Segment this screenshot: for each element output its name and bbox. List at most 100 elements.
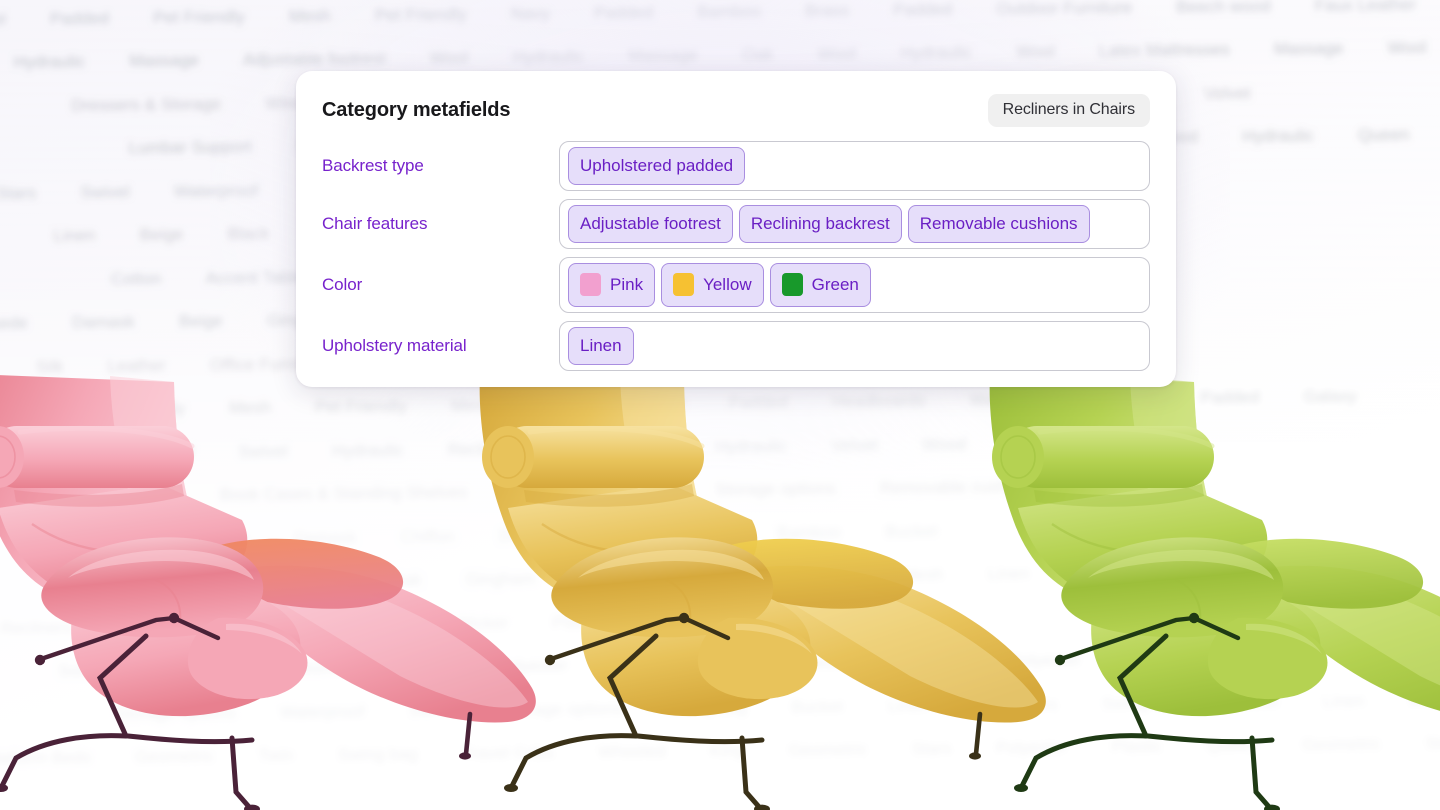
- value-chip[interactable]: Reclining backrest: [738, 205, 902, 243]
- value-chip-label: Reclining backrest: [750, 214, 890, 233]
- background-tag: Linen: [887, 695, 930, 716]
- background-tag: Hydraulic: [715, 436, 788, 457]
- background-tag: Geometric: [788, 739, 868, 760]
- value-chip[interactable]: Linen: [568, 327, 634, 365]
- metafield-list: Backrest type Upholstered padded Chair fea…: [322, 141, 1150, 371]
- value-chip[interactable]: Pink: [568, 263, 656, 307]
- background-tag: Leather: [107, 355, 167, 376]
- background-tag: Linen: [987, 564, 1030, 584]
- metafield-label-backrest-type: Backrest type: [322, 156, 424, 175]
- background-tag: Waterproof: [173, 180, 259, 201]
- background-tag: Massage: [628, 45, 699, 66]
- background-tag: Bucket: [884, 521, 938, 542]
- background-tag: Pet Friendly: [153, 6, 246, 27]
- background-tag: Storage options: [502, 698, 623, 720]
- background-tag: Adjustable footrest: [242, 48, 386, 70]
- background-tag: Wood: [640, 393, 685, 414]
- background-tag: Stars: [911, 739, 952, 759]
- background-tag: Stars: [411, 657, 453, 677]
- background-tag: Denim: [634, 611, 685, 631]
- background-tag: Polyester: [995, 737, 1068, 758]
- background-tag: Waterproof: [279, 701, 365, 722]
- value-chip[interactable]: Removable cushions: [907, 205, 1090, 243]
- background-tag: Silk: [35, 356, 64, 377]
- background-tag: Linen: [1322, 691, 1365, 711]
- background-tag: Pet Friendly: [315, 396, 408, 417]
- background-tag: Padded: [728, 392, 789, 413]
- background-tag: Queen: [706, 654, 759, 674]
- background-tag: Sofa Beds: [75, 529, 156, 550]
- background-tag: Mesh: [229, 398, 272, 418]
- background-tag: Memory foam: [0, 443, 66, 464]
- background-tag: Outdoor Furniture: [996, 0, 1133, 19]
- background-tag: Wicker: [455, 613, 509, 633]
- background-tag: Velvet: [830, 435, 878, 455]
- color-swatch-icon: [781, 273, 803, 296]
- background-tag: Denim: [498, 525, 549, 546]
- background-tag: Brass: [805, 0, 850, 21]
- background-tag: Stars: [925, 651, 966, 672]
- background-tag: Wool: [632, 437, 672, 457]
- background-tag: Swivel: [238, 441, 289, 462]
- background-tag: Lumbar Support: [128, 137, 252, 158]
- background-tag: Stars: [1425, 733, 1440, 754]
- value-chip[interactable]: Adjustable footrest: [568, 205, 733, 243]
- value-chip[interactable]: Yellow: [661, 263, 764, 307]
- background-tag: Galaxy: [1303, 386, 1358, 407]
- background-tag: Stars: [0, 183, 37, 203]
- background-tag: Stripe: [579, 568, 625, 588]
- page-title: Category metafields: [322, 98, 511, 121]
- background-tag: Pet Friendly: [93, 399, 186, 420]
- value-chip[interactable]: Green: [769, 263, 871, 307]
- background-tag: Massage: [1273, 38, 1344, 59]
- background-tag: Cotton: [110, 268, 162, 289]
- metafield-input-backrest-type[interactable]: Upholstered padded: [559, 141, 1150, 191]
- background-tag: Cotton: [1083, 476, 1135, 496]
- background-tag: Wool: [429, 48, 469, 68]
- background-tag: Navy: [510, 3, 551, 24]
- color-swatch-icon: [580, 273, 601, 296]
- background-tag: Wheeled: [598, 742, 667, 762]
- background-tag: Platform Beds: [0, 748, 92, 769]
- background-tag: Padded: [893, 0, 953, 20]
- background-tag: Headboards: [831, 391, 926, 412]
- background-tag: Queen: [1206, 735, 1259, 756]
- background-tag: Cotton: [198, 528, 250, 549]
- background-tag: Travel Cribs: [461, 743, 555, 764]
- background-tag: Latex: [1010, 433, 1053, 453]
- background-tag: Mesh: [901, 565, 944, 585]
- metafield-label-chair-features: Chair features: [322, 214, 428, 233]
- background-tag: Hydraulic: [331, 440, 404, 461]
- background-tag: Queen: [816, 609, 869, 629]
- background-tag: King: [709, 741, 745, 761]
- value-chip[interactable]: Upholstered padded: [568, 147, 746, 185]
- background-tag: Swivel: [0, 9, 6, 29]
- value-chip-label: Yellow: [703, 275, 752, 294]
- background-tag: Velvet: [1203, 83, 1251, 103]
- background-tag: Beige: [178, 311, 224, 332]
- metafield-row-upholstery-material: Upholstery material Linen: [322, 321, 1150, 371]
- background-tag: Twill: [215, 572, 250, 592]
- background-tag: Bucket: [790, 696, 844, 717]
- background-tag: Beech wood: [1176, 0, 1271, 17]
- metafield-input-upholstery-material[interactable]: Linen: [559, 321, 1150, 371]
- background-tag: Damask: [71, 312, 136, 333]
- metafield-input-chair-features[interactable]: Adjustable footrest Reclining backrest Rem…: [559, 199, 1150, 249]
- background-tag: Swivel: [408, 700, 459, 721]
- background-tag: Storage options: [115, 703, 237, 724]
- metafield-label-color: Color: [322, 275, 363, 294]
- background-tag: Oak: [389, 570, 422, 590]
- background-tag: Padded: [49, 8, 110, 28]
- background-tag: Beige: [668, 567, 713, 588]
- value-chip-label: Upholstered padded: [580, 156, 734, 175]
- metafield-input-color[interactable]: Pink Yellow Green: [559, 257, 1150, 313]
- background-tag: Padded: [536, 394, 597, 415]
- background-tag: Wool: [132, 573, 173, 593]
- background-tag: Hydraulic: [512, 46, 585, 67]
- background-tag: Geometric: [288, 658, 368, 678]
- background-tag: Mattresses: [973, 694, 1059, 715]
- background-tag: Massage: [129, 50, 200, 71]
- metafield-row-color: Color Pink Yellow Green: [322, 257, 1150, 313]
- background-tag: Foam: [1112, 388, 1157, 409]
- background-tag: Leather: [186, 659, 245, 680]
